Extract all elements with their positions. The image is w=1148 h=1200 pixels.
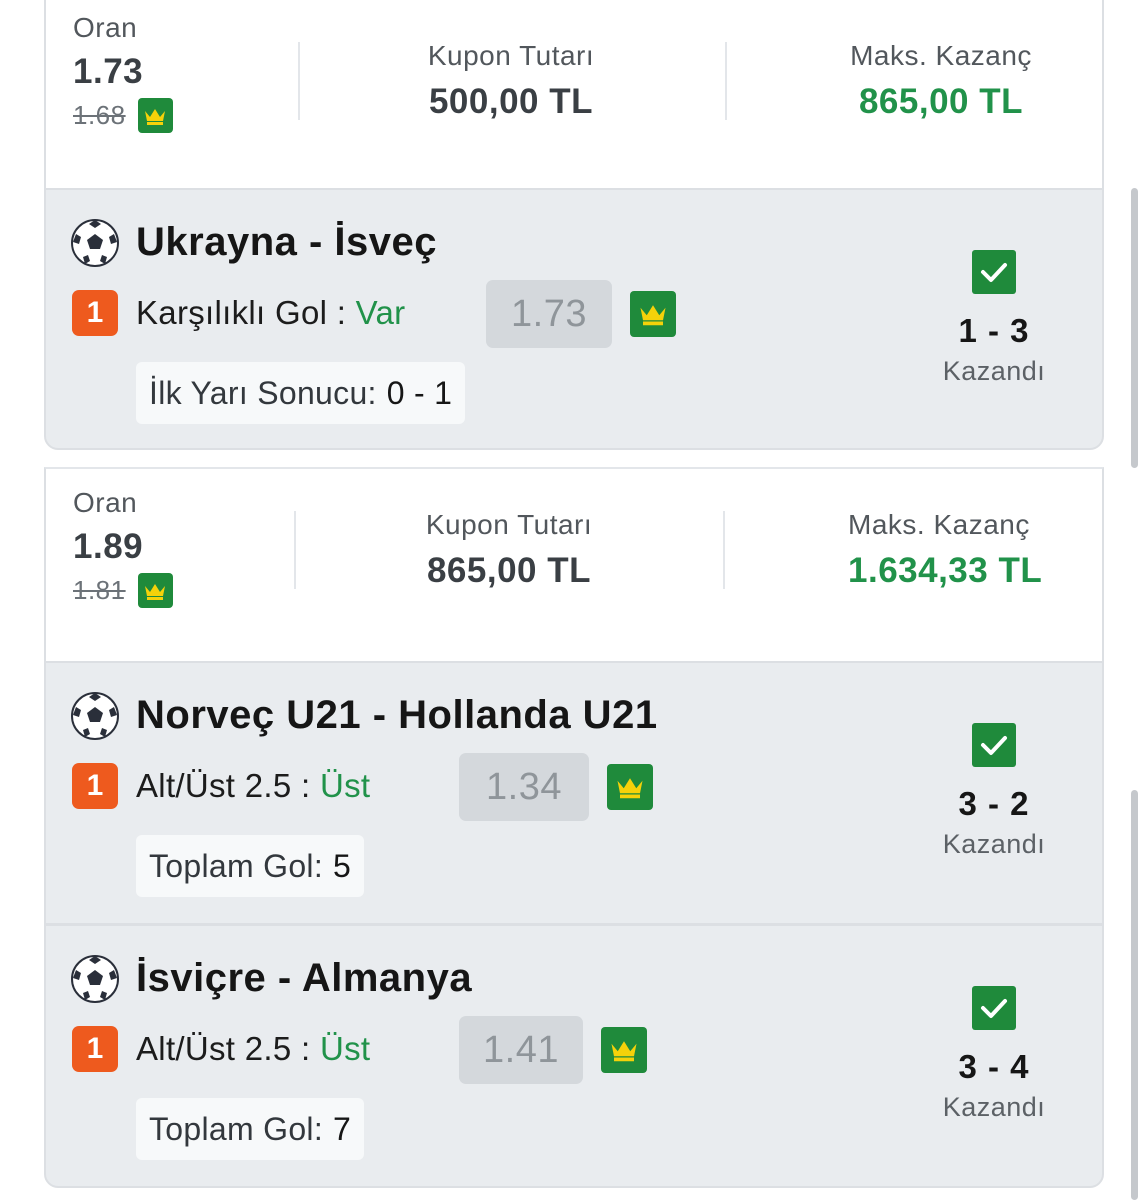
final-score: 3 - 2 — [958, 785, 1030, 822]
crown-icon — [630, 291, 676, 337]
divider — [298, 42, 300, 120]
total-odds: 1.89 — [73, 527, 144, 566]
crown-icon — [607, 764, 653, 810]
selection-pick: Üst — [319, 767, 371, 804]
crown-icon — [137, 98, 173, 133]
final-score: 3 - 4 — [958, 1048, 1030, 1085]
match-card[interactable]: İsviçre - Almanya 1 Alt/Üst 2.5 : Üst 1.… — [44, 924, 1104, 1188]
selection-odds: 1.34 — [459, 753, 589, 821]
stake-block: Kupon Tutarı 865,00 TL — [384, 509, 634, 591]
total-odds-block: Oran 1.73 1.68 — [73, 12, 173, 133]
divider — [294, 511, 296, 589]
scrollbar[interactable] — [1131, 790, 1138, 1200]
info-label: Toplam Gol: — [149, 847, 324, 884]
result-label: Kazandı — [942, 829, 1046, 859]
selection-number-badge: 1 — [72, 1026, 118, 1072]
selection-pick: Üst — [319, 1030, 371, 1067]
max-win-amount: 865,00 TL — [858, 82, 1024, 121]
market-line: Alt/Üst 2.5 : Üst — [136, 1030, 370, 1068]
divider — [723, 511, 725, 589]
selection-odds: 1.73 — [486, 280, 612, 348]
market-name: Karşılıklı Gol : — [136, 294, 347, 331]
soccer-ball-icon — [71, 219, 119, 267]
match-title: Norveç U21 - Hollanda U21 — [136, 693, 658, 737]
market-line: Karşılıklı Gol : Var — [136, 294, 405, 332]
crown-icon — [137, 573, 173, 608]
selection-number-badge: 1 — [72, 763, 118, 809]
match-info: İlk Yarı Sonucu: 0 - 1 — [136, 362, 466, 424]
max-win-amount: 1.634,33 TL — [848, 551, 1043, 590]
max-win-block: Maks. Kazanç 1.634,33 TL — [818, 509, 1084, 591]
max-win-label: Maks. Kazanç — [850, 40, 1032, 71]
crown-icon — [601, 1027, 647, 1073]
soccer-ball-icon — [71, 692, 119, 740]
info-label: Toplam Gol: — [149, 1110, 324, 1147]
stake-block: Kupon Tutarı 500,00 TL — [386, 40, 636, 122]
match-title: İsviçre - Almanya — [136, 956, 473, 1000]
result-status: 3 - 2 Kazandı — [926, 723, 1062, 860]
stake-amount: 865,00 TL — [426, 551, 592, 590]
market-line: Alt/Üst 2.5 : Üst — [136, 767, 370, 805]
match-info: Toplam Gol: 5 — [136, 835, 365, 897]
total-odds: 1.73 — [73, 52, 144, 91]
coupon-summary: Oran 1.73 1.68 Kupon Tutarı 500,00 TL Ma… — [44, 0, 1104, 190]
odds-label: Oran — [73, 487, 138, 518]
stake-label: Kupon Tutarı — [427, 40, 595, 71]
soccer-ball-icon — [71, 955, 119, 1003]
selection-pick: Var — [355, 294, 406, 331]
total-odds-block: Oran 1.89 1.81 — [73, 487, 173, 608]
info-value: 5 — [333, 847, 352, 884]
stake-amount: 500,00 TL — [428, 82, 594, 121]
selection-number-badge: 1 — [72, 290, 118, 336]
result-label: Kazandı — [942, 1092, 1046, 1122]
market-name: Alt/Üst 2.5 : — [136, 1030, 311, 1067]
checkmark-icon — [972, 723, 1016, 767]
match-card[interactable]: Ukrayna - İsveç 1 Karşılıklı Gol : Var 1… — [44, 188, 1104, 450]
info-value: 0 - 1 — [386, 374, 453, 411]
divider — [725, 42, 727, 120]
scrollbar[interactable] — [1131, 188, 1138, 468]
max-win-label: Maks. Kazanç — [848, 509, 1030, 540]
market-name: Alt/Üst 2.5 : — [136, 767, 311, 804]
coupon-summary: Oran 1.89 1.81 Kupon Tutarı 865,00 TL Ma… — [44, 467, 1104, 663]
selection-odds: 1.41 — [459, 1016, 583, 1084]
info-label: İlk Yarı Sonucu: — [149, 374, 377, 411]
final-score: 1 - 3 — [958, 312, 1030, 349]
match-title: Ukrayna - İsveç — [136, 220, 438, 264]
stake-label: Kupon Tutarı — [425, 509, 593, 540]
odds-label: Oran — [73, 12, 138, 43]
checkmark-icon — [972, 250, 1016, 294]
original-odds: 1.68 — [73, 100, 126, 130]
info-value: 7 — [333, 1110, 352, 1147]
result-label: Kazandı — [942, 356, 1046, 386]
match-card[interactable]: Norveç U21 - Hollanda U21 1 Alt/Üst 2.5 … — [44, 661, 1104, 925]
result-status: 3 - 4 Kazandı — [926, 986, 1062, 1123]
result-status: 1 - 3 Kazandı — [926, 250, 1062, 387]
match-info: Toplam Gol: 7 — [136, 1098, 365, 1160]
checkmark-icon — [972, 986, 1016, 1030]
max-win-block: Maks. Kazanç 865,00 TL — [806, 40, 1076, 122]
original-odds: 1.81 — [73, 575, 126, 605]
